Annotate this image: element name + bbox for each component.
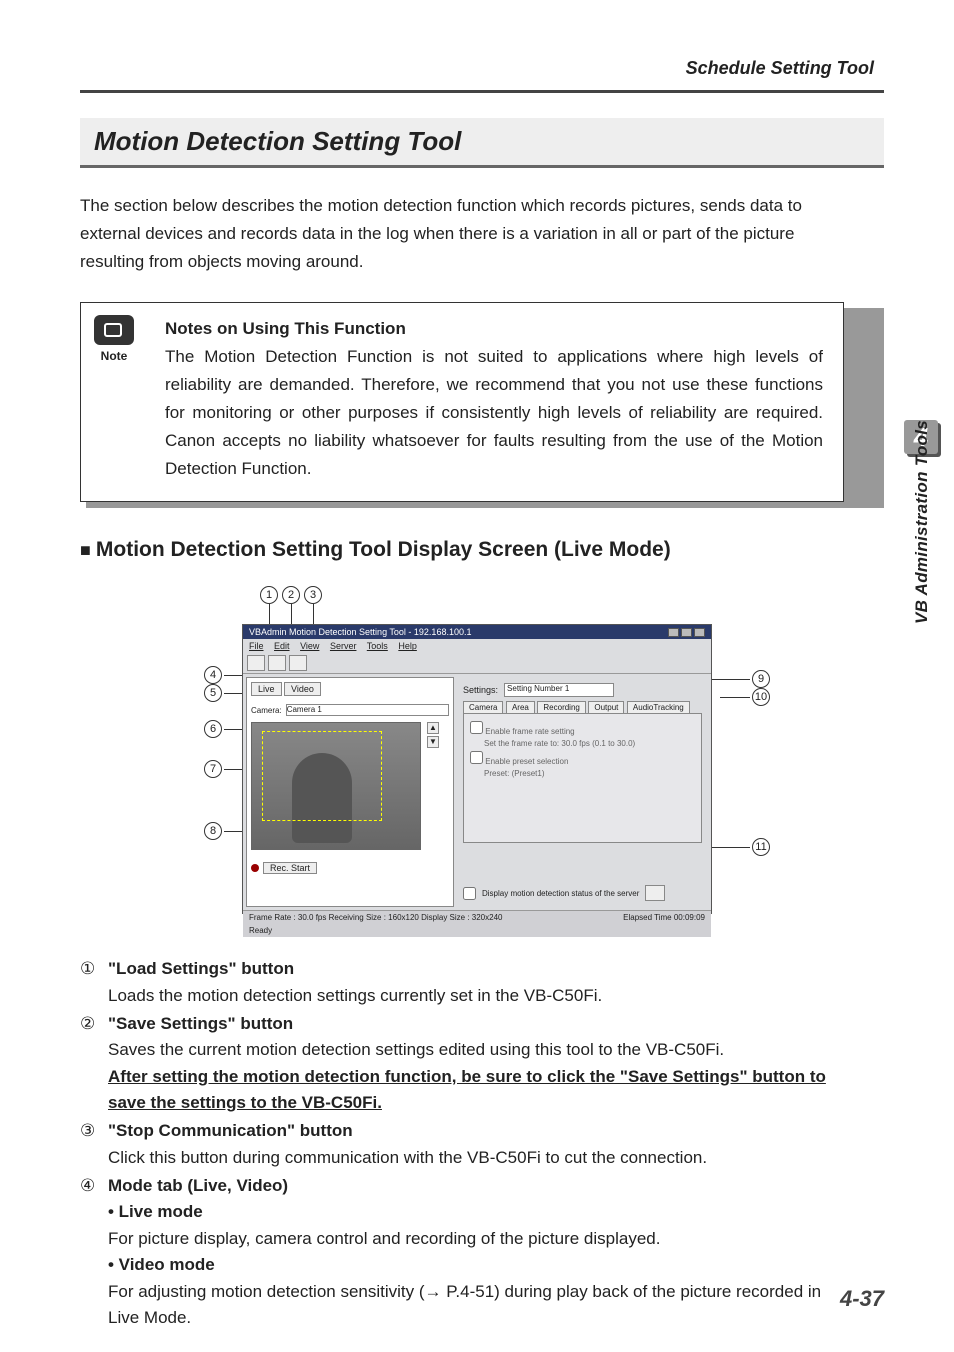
settings-pane: Settings: Setting Number 1 Camera Area R… — [457, 677, 708, 907]
page-number: 4-37 — [840, 1286, 884, 1312]
rec-start-button[interactable]: Rec. Start — [263, 862, 317, 874]
app-window: VBAdmin Motion Detection Setting Tool - … — [242, 624, 712, 914]
toolbar-stop-icon[interactable] — [289, 655, 307, 671]
menu-edit[interactable]: Edit — [274, 641, 290, 651]
close-button[interactable] — [694, 628, 705, 637]
tab-area[interactable]: Area — [506, 701, 535, 713]
callout-9: 9 — [752, 670, 770, 688]
tab-camera[interactable]: Camera — [463, 701, 503, 713]
menu-help[interactable]: Help — [398, 641, 417, 651]
menu-view[interactable]: View — [300, 641, 319, 651]
preset-field-value: (Preset1) — [512, 769, 545, 778]
item-4-title: Mode tab (Live, Video) — [108, 1173, 844, 1199]
rec-indicator-icon — [251, 864, 259, 872]
viewer-pane: Live Video Camera: Camera 1 ▲ — [246, 677, 454, 907]
frame-rate-field-value: 30.0 fps (0.1 to 30.0) — [561, 739, 635, 748]
item-2-num: ② — [80, 1011, 108, 1116]
settings-number-select[interactable]: Setting Number 1 — [504, 683, 614, 697]
callout-description-list: ① "Load Settings" button Loads the motio… — [80, 956, 884, 1331]
item-4-text1: For picture display, camera control and … — [108, 1226, 844, 1252]
maximize-button[interactable] — [681, 628, 692, 637]
callout-3: 3 — [304, 586, 322, 604]
toolbar-load-icon[interactable] — [247, 655, 265, 671]
display-status-checkbox[interactable] — [463, 887, 476, 900]
display-screen-heading: Motion Detection Setting Tool Display Sc… — [80, 538, 884, 562]
camera-label: Camera: — [251, 706, 282, 715]
item-4-text2: For adjusting motion detection sensitivi… — [108, 1279, 844, 1332]
callout-4: 4 — [204, 666, 222, 684]
minimize-button[interactable] — [668, 628, 679, 637]
frame-rate-label: Enable frame rate setting — [485, 727, 574, 736]
callout-5: 5 — [204, 684, 222, 702]
window-titlebar: VBAdmin Motion Detection Setting Tool - … — [243, 625, 711, 639]
window-title: VBAdmin Motion Detection Setting Tool - … — [249, 627, 471, 637]
toolbar-save-icon[interactable] — [268, 655, 286, 671]
preset-field-label: Preset: — [484, 769, 509, 778]
status-ready: Ready — [249, 926, 272, 935]
menu-file[interactable]: File — [249, 641, 264, 651]
note-title: Notes on Using This Function — [165, 319, 823, 339]
slider-up-icon[interactable]: ▲ — [427, 722, 439, 734]
tab-recording[interactable]: Recording — [537, 701, 585, 713]
menu-bar[interactable]: File Edit View Server Tools Help — [243, 639, 711, 653]
callout-11: 11 — [752, 838, 770, 856]
camera-select[interactable]: Camera 1 — [286, 704, 449, 716]
section-title: Motion Detection Setting Tool — [94, 126, 870, 157]
frame-rate-checkbox[interactable] — [470, 721, 483, 734]
page-header: Schedule Setting Tool — [686, 58, 874, 79]
item-3-title: "Stop Communication" button — [108, 1118, 844, 1144]
menu-server[interactable]: Server — [330, 641, 357, 651]
preset-checkbox[interactable] — [470, 751, 483, 764]
note-icon — [94, 315, 134, 345]
callout-7: 7 — [204, 760, 222, 778]
display-status-label: Display motion detection status of the s… — [482, 889, 639, 898]
callout-6: 6 — [204, 720, 222, 738]
settings-label: Settings: — [463, 685, 498, 695]
tab-audiotracking[interactable]: AudioTracking — [627, 701, 690, 713]
preset-label: Enable preset selection — [485, 757, 568, 766]
motion-status-icon — [645, 885, 665, 901]
note-box: Note Notes on Using This Function The Mo… — [80, 302, 844, 502]
zoom-sliders: ▲ ▼ — [427, 722, 447, 750]
header-rule — [80, 90, 884, 93]
item-3-num: ③ — [80, 1118, 108, 1171]
item-3-text: Click this button during communication w… — [108, 1145, 844, 1171]
camera-panel: Enable frame rate setting Set the frame … — [463, 713, 702, 843]
mode-tab-live[interactable]: Live — [251, 682, 282, 696]
item-4-sub1: • Live mode — [108, 1199, 844, 1225]
callout-8: 8 — [204, 822, 222, 840]
item-4-num: ④ — [80, 1173, 108, 1331]
status-right: Elapsed Time 00:09:09 — [623, 913, 705, 922]
note-icon-label: Note — [79, 349, 149, 363]
sidebar-title: VB Administration Tools — [912, 420, 932, 624]
item-2-text: Saves the current motion detection setti… — [108, 1037, 844, 1063]
video-viewer — [251, 722, 421, 850]
callout-1: 1 — [260, 586, 278, 604]
item-1-num: ① — [80, 956, 108, 1009]
frame-rate-field-label: Set the frame rate to: — [484, 739, 559, 748]
toolbar — [243, 653, 711, 674]
mode-tab-video[interactable]: Video — [284, 682, 321, 696]
item-1-title: "Load Settings" button — [108, 956, 844, 982]
note-body: The Motion Detection Function is not sui… — [165, 343, 823, 483]
detection-area-frame[interactable] — [262, 731, 382, 821]
video-frame — [252, 723, 420, 849]
menu-tools[interactable]: Tools — [367, 641, 388, 651]
callout-10: 10 — [752, 688, 770, 706]
slider-down-icon[interactable]: ▼ — [427, 736, 439, 748]
item-4-sub2: • Video mode — [108, 1252, 844, 1278]
intro-paragraph: The section below describes the motion d… — [80, 192, 844, 276]
screenshot-figure: 1 2 3 4 5 6 7 8 9 10 11 VBAdmin Motion D… — [132, 582, 832, 932]
tab-output[interactable]: Output — [588, 701, 624, 713]
item-1-text: Loads the motion detection settings curr… — [108, 983, 844, 1009]
item-2-title: "Save Settings" button — [108, 1011, 844, 1037]
status-bar: Frame Rate : 30.0 fps Receiving Size : 1… — [243, 910, 711, 924]
section-title-bar: Motion Detection Setting Tool — [80, 118, 884, 168]
item-2-underline: After setting the motion detection funct… — [108, 1064, 844, 1117]
status-left: Frame Rate : 30.0 fps Receiving Size : 1… — [249, 913, 502, 922]
status-ready-bar: Ready — [243, 924, 711, 937]
callout-2: 2 — [282, 586, 300, 604]
